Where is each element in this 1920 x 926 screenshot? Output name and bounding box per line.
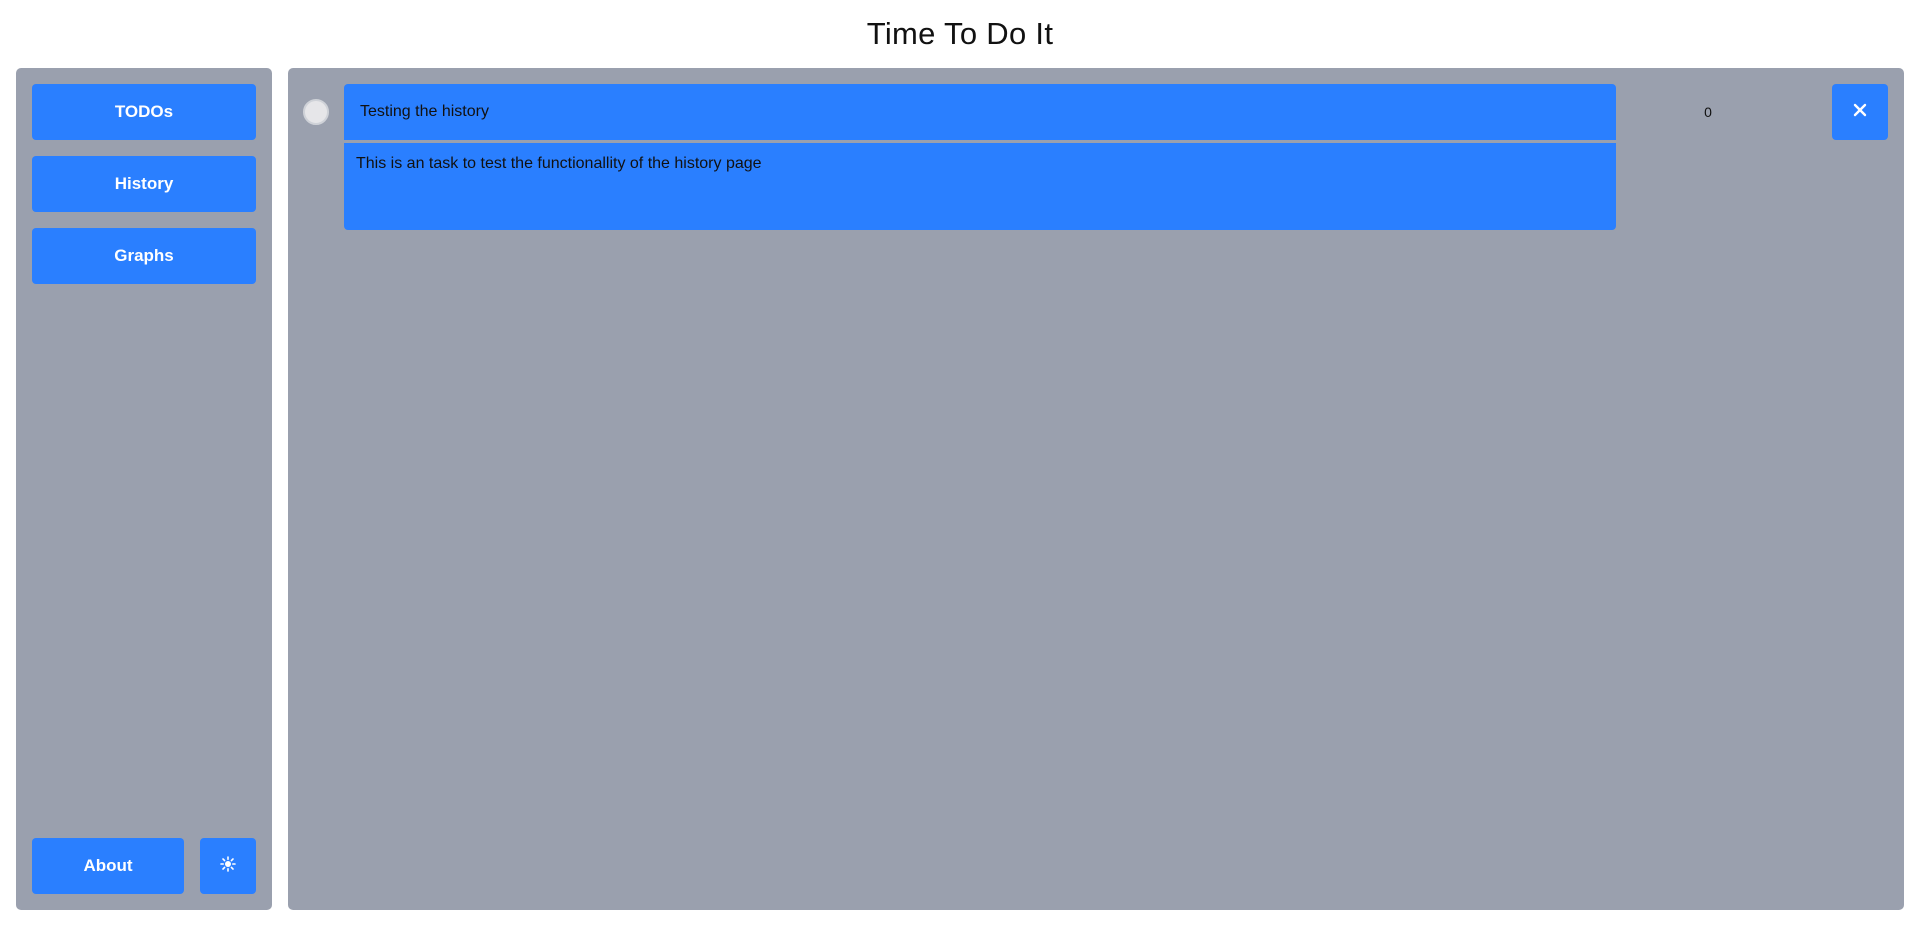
nav-todos-button[interactable]: TODOs [32,84,256,140]
sun-icon [220,855,236,877]
nav-history-button[interactable]: History [32,156,256,212]
sidebar: TODOs History Graphs About [16,68,272,910]
task-description-field[interactable]: This is an task to test the functionalli… [344,143,1616,230]
task-list-panel: Testing the history This is an task to t… [288,68,1904,910]
delete-task-button[interactable] [1832,84,1888,140]
task-counter: 0 [1704,104,1712,120]
complete-checkbox[interactable] [303,99,329,125]
theme-toggle-button[interactable] [200,838,256,894]
close-icon [1853,103,1867,122]
nav-graphs-button[interactable]: Graphs [32,228,256,284]
about-button[interactable]: About [32,838,184,894]
task-title-field[interactable]: Testing the history [344,84,1616,140]
app-title: Time To Do It [866,16,1054,51]
